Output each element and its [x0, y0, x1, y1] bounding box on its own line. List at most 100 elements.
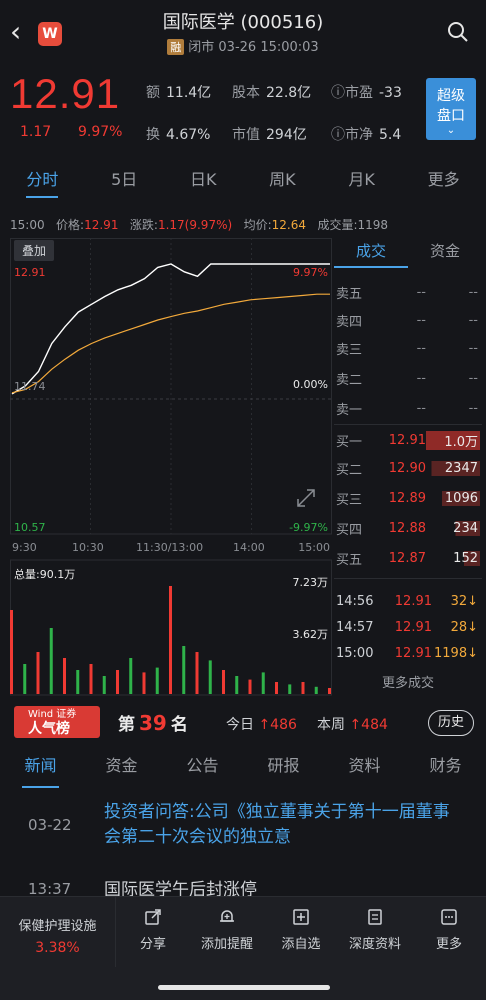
deep-data-button[interactable]: 深度资料: [340, 905, 410, 952]
share-icon: [145, 909, 161, 925]
volume-bar: [49, 628, 53, 694]
last-price: 12.91: [10, 70, 121, 117]
intraday-chart[interactable]: 叠加 12.91 9.97% 11.74 0.00% 10.57 -9.97% …: [10, 238, 332, 696]
more-button[interactable]: 更多: [414, 905, 484, 952]
axis-top-pct: 9.97%: [293, 266, 328, 279]
add-alert-button[interactable]: 添加提醒: [192, 905, 262, 952]
tab-capital[interactable]: 资金: [103, 748, 139, 784]
info-volume-label: 成交量:: [317, 218, 358, 232]
badge-top-text: Wind 证券: [28, 709, 77, 720]
wind-popularity-badge[interactable]: Wind 证券 人气榜: [14, 706, 100, 738]
axis-mid-price: 11.74: [14, 380, 46, 393]
info-avg: 12.64: [271, 218, 307, 232]
volume-bar: [182, 646, 186, 694]
stat-pb[interactable]: ⓘ市净 5.4: [331, 124, 401, 144]
bid-row: 买一 12.91 1.0万: [336, 430, 480, 450]
more-trades-link[interactable]: 更多成交: [334, 672, 482, 691]
orderbook-tabs: 成交 资金: [334, 238, 482, 268]
home-indicator: [158, 985, 330, 990]
volume-bar: [102, 676, 106, 694]
tab-financials[interactable]: 财务: [427, 748, 463, 784]
news-headline: 投资者问答:公司《独立董事关于第十一届董事会第二十次会议的独立意: [104, 802, 450, 847]
info-tabs: 新闻 资金 公告 研报 资料 财务: [0, 748, 486, 788]
tab-research[interactable]: 研报: [265, 748, 301, 784]
time-tick-1500: 15:00: [298, 541, 330, 554]
divider: [334, 578, 482, 579]
search-icon[interactable]: [446, 20, 470, 44]
tab-5day[interactable]: 5日: [107, 160, 141, 196]
ask-row: 卖四 -- --: [336, 312, 478, 330]
add-alert-label: 添加提醒: [200, 937, 253, 952]
info-time: 15:00: [10, 218, 45, 232]
overlay-button[interactable]: 叠加: [14, 240, 55, 261]
add-square-icon: [293, 909, 309, 925]
rank-history-button[interactable]: 历史: [428, 710, 474, 736]
ask-row: 卖三 -- --: [336, 340, 478, 358]
badge-main-text: 人气榜: [28, 721, 70, 737]
tab-weekly-k[interactable]: 周K: [265, 160, 300, 196]
sector-indicator[interactable]: 保健护理设施 3.38%: [0, 897, 116, 967]
volume-bar: [328, 688, 331, 694]
ask-row: 卖一 -- --: [336, 400, 478, 418]
rank-number: 39: [139, 711, 167, 735]
trade-row: 15:00 12.91 1198↓: [336, 645, 478, 661]
volume-bar: [155, 667, 159, 694]
deep-data-label: 深度资料: [348, 937, 401, 952]
stat-turnover: 换 4.67%: [146, 127, 211, 143]
tab-news[interactable]: 新闻: [22, 748, 59, 788]
tab-profile[interactable]: 资料: [346, 748, 382, 784]
price-change: 1.17: [20, 124, 52, 140]
volume-bar: [261, 672, 265, 694]
info-price-label: 价格:: [56, 218, 85, 232]
add-watchlist-button[interactable]: 添自选: [266, 905, 336, 952]
document-icon: [368, 909, 382, 925]
volume-bar: [129, 658, 133, 694]
tab-daily-k[interactable]: 日K: [186, 160, 221, 196]
tab-more[interactable]: 更多: [424, 160, 464, 196]
tab-announcements[interactable]: 公告: [184, 748, 220, 784]
volume-bar: [314, 686, 318, 694]
tab-funds[interactable]: 资金: [408, 238, 482, 268]
sector-change: 3.38%: [35, 940, 80, 956]
expand-icon[interactable]: [294, 486, 318, 510]
add-watchlist-label: 添自选: [281, 937, 321, 952]
tab-timeshare[interactable]: 分时: [22, 160, 62, 198]
bid-row: 买二 12.90 2347: [336, 460, 480, 478]
volume-bar: [235, 676, 239, 694]
ask-row: 卖二 -- --: [336, 370, 478, 388]
volume-max-label: 7.23万: [292, 576, 329, 589]
market-status: 融闭市 03-26 15:00:03: [0, 36, 486, 55]
rank-week: 本周 ↑484: [317, 717, 388, 733]
rank-today: 今日 ↑486: [226, 717, 297, 733]
more-dots-icon: [441, 909, 457, 925]
bid-row: 买三 12.89 1096: [336, 490, 480, 508]
time-tick-1030: 10:30: [72, 541, 104, 554]
bid-row: 买五 12.87 152: [336, 550, 480, 568]
tab-monthly-k[interactable]: 月K: [344, 160, 379, 196]
rank-line: 第 39 名: [118, 711, 188, 735]
ask-row: 卖五 -- --: [336, 284, 478, 302]
info-avg-label: 均价:: [243, 218, 272, 232]
volume-bar: [222, 670, 225, 694]
super-orderbook-button[interactable]: 超级 盘口 ⌄: [426, 78, 476, 140]
news-item[interactable]: 03-22 投资者问答:公司《独立董事关于第十一届董事会第二十次会议的独立意: [0, 800, 486, 860]
period-tabs: 分时 5日 日K 周K 月K 更多: [0, 160, 486, 198]
time-tick-1130: 11:30/13:00: [136, 541, 204, 554]
sector-name: 保健护理设施: [18, 919, 97, 934]
volume-bar: [288, 684, 292, 694]
volume-bar: [275, 682, 278, 694]
volume-total: 总量:90.1万: [14, 568, 76, 581]
info-price: 12.91: [84, 218, 119, 232]
stat-market-cap: 市值 294亿: [232, 127, 307, 143]
price-change-pct: 9.97%: [78, 124, 123, 140]
tab-trades[interactable]: 成交: [334, 238, 408, 268]
stock-title: 国际医学 (000516): [162, 12, 324, 33]
volume-bar: [248, 679, 252, 694]
share-button[interactable]: 分享: [118, 905, 188, 952]
trade-row: 14:56 12.91 32↓: [336, 593, 478, 609]
bid-row: 买四 12.88 234: [336, 520, 480, 538]
volume-bar: [301, 682, 305, 694]
volume-bar: [169, 586, 172, 694]
stat-pe[interactable]: ⓘ市盈 -33: [331, 82, 402, 102]
bell-icon: [220, 910, 234, 922]
